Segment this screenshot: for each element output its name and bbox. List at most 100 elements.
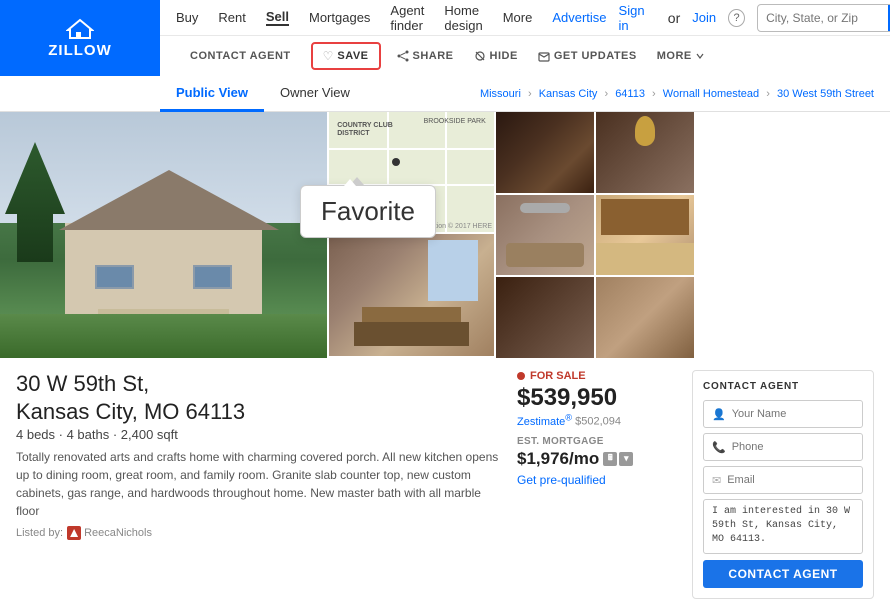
window-1 <box>95 265 134 290</box>
get-prequalified-link[interactable]: Get pre-qualified <box>517 473 682 487</box>
nav-mortgages[interactable]: Mortgages <box>309 10 370 25</box>
for-sale-label: FOR SALE <box>530 370 586 382</box>
favorite-tooltip: Favorite <box>300 185 436 238</box>
agent-logo: ReecaNichols <box>67 526 152 540</box>
name-field: 👤 <box>703 400 863 428</box>
interior-photo-1[interactable] <box>329 234 494 356</box>
tab-public-view[interactable]: Public View <box>160 76 264 112</box>
right-col-2 <box>596 112 694 358</box>
nav-container: Buy Rent Sell Mortgages Agent finder Hom… <box>160 0 890 76</box>
red-dot <box>517 372 525 380</box>
tooltip-arrow <box>350 177 364 185</box>
tooltip-content: Favorite <box>300 185 436 238</box>
map-label-brookside: BROOKSIDE PARK <box>424 118 486 125</box>
bc-sep4: › <box>766 88 770 100</box>
house-roof <box>59 170 279 230</box>
contact-agent-title: CONTACT AGENT <box>703 381 863 392</box>
zestimate-link[interactable]: Zestimate® <box>517 416 572 428</box>
more-label: MORE <box>657 50 692 62</box>
bc-city[interactable]: Kansas City <box>539 88 598 100</box>
grid-photo-5[interactable] <box>496 277 594 358</box>
bc-address[interactable]: 30 West 59th Street <box>777 88 874 100</box>
share-button[interactable]: SHARE <box>387 36 464 76</box>
price-section: FOR SALE $539,950 Zestimate® $502,094 ES… <box>507 370 682 599</box>
kitchen-counter <box>596 243 694 275</box>
nav-sell[interactable]: Sell <box>266 9 289 26</box>
zillow-house-icon <box>66 18 94 40</box>
search-input[interactable] <box>758 11 888 25</box>
pendant-light <box>635 116 655 146</box>
chevron-down-icon <box>696 52 704 60</box>
contact-agent-button[interactable]: CONTACT AGENT <box>176 36 305 76</box>
est-icons: 🖩 ▾ <box>603 452 633 466</box>
grid-photo-4[interactable] <box>596 195 694 276</box>
main-photo[interactable] <box>0 112 327 358</box>
more-button[interactable]: MORE <box>647 36 714 76</box>
hide-icon <box>474 50 486 62</box>
bc-neighborhood[interactable]: Wornall Homestead <box>663 88 759 100</box>
save-button[interactable]: ♡ SAVE <box>311 42 381 70</box>
property-address-1: 30 W 59th St, <box>16 370 507 398</box>
agent-badge-inner <box>70 529 78 537</box>
agent-badge <box>67 526 81 540</box>
advertise-link[interactable]: Advertise <box>552 10 606 25</box>
grid-photo-3[interactable] <box>596 112 694 193</box>
share-label: SHARE <box>413 50 454 62</box>
hide-button[interactable]: HIDE <box>464 36 528 76</box>
map-street-h1 <box>329 148 494 150</box>
property-description: Totally renovated arts and crafts home w… <box>16 448 507 520</box>
expand-icon[interactable]: ▾ <box>619 452 633 466</box>
heart-icon: ♡ <box>323 49 334 63</box>
map-pin <box>392 158 400 166</box>
zillow-logo[interactable]: zillow <box>0 0 160 76</box>
bc-state[interactable]: Missouri <box>480 88 521 100</box>
bc-sep1: › <box>528 88 532 100</box>
sign-in-link[interactable]: Sign in <box>619 3 656 33</box>
or-text: or <box>668 10 680 26</box>
nav-rent[interactable]: Rent <box>218 10 245 25</box>
house-photo-bg <box>0 112 327 358</box>
for-sale-badge: FOR SALE <box>517 370 682 382</box>
grid-photo-6[interactable] <box>596 277 694 358</box>
grid-photo-2[interactable] <box>496 195 594 276</box>
nav-buy[interactable]: Buy <box>176 10 198 25</box>
property-address-2: Kansas City, MO 64113 <box>16 398 507 426</box>
message-field <box>703 499 863 554</box>
nav-home-design[interactable]: Home design <box>444 3 482 33</box>
bc-sep3: › <box>652 88 656 100</box>
name-input[interactable] <box>732 408 874 420</box>
right-nav: Advertise Sign in or Join ? <box>552 3 890 33</box>
phone-input[interactable] <box>732 441 874 453</box>
tab-owner-view[interactable]: Owner View <box>264 76 366 112</box>
listed-by-label: Listed by: <box>16 527 63 539</box>
email-input[interactable] <box>727 474 869 486</box>
top-nav-row: Buy Rent Sell Mortgages Agent finder Hom… <box>160 0 890 36</box>
calculator-icon[interactable]: 🖩 <box>603 452 617 466</box>
zestimate-label: Zestimate® <box>517 416 572 428</box>
updates-label: GET UPDATES <box>554 50 637 62</box>
email-field: ✉ <box>703 466 863 494</box>
get-updates-button[interactable]: GET UPDATES <box>528 36 647 76</box>
updates-icon <box>538 50 550 62</box>
est-mortgage-label: EST. MORTGAGE <box>517 436 682 447</box>
message-textarea[interactable] <box>712 505 854 545</box>
help-icon[interactable]: ? <box>728 9 745 27</box>
photos-area: COUNTRY CLUBDISTRICT BROOKSIDE PARK GREE… <box>0 112 890 358</box>
nav-agent-finder[interactable]: Agent finder <box>390 3 424 33</box>
window-2 <box>193 265 232 290</box>
agent-name: ReecaNichols <box>84 527 152 539</box>
ceiling-fan <box>520 203 570 213</box>
right-col-1 <box>496 112 594 358</box>
zestimate-line: Zestimate® $502,094 <box>517 412 682 428</box>
contact-agent-submit[interactable]: Contact Agent <box>703 560 863 588</box>
action-bar: CONTACT AGENT ♡ SAVE SHARE HIDE GET UPDA… <box>160 36 890 76</box>
bc-zip[interactable]: 64113 <box>615 88 645 100</box>
map-label-country-club: COUNTRY CLUBDISTRICT <box>337 122 393 139</box>
join-link[interactable]: Join <box>692 10 716 25</box>
share-icon <box>397 50 409 62</box>
int-window <box>428 240 478 301</box>
nav-more[interactable]: More <box>503 10 533 25</box>
save-label: SAVE <box>337 50 368 62</box>
grid-photo-1[interactable] <box>496 112 594 193</box>
bc-sep2: › <box>604 88 608 100</box>
